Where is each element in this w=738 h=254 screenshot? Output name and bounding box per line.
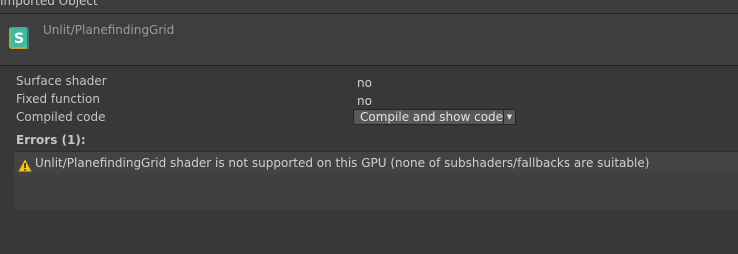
- header-title: Imported Object: [0, 0, 98, 8]
- errors-title: Errors (1):: [16, 133, 86, 147]
- error-message: Unlit/PlanefindingGrid shader is not sup…: [35, 156, 650, 170]
- surface-shader-value: no: [357, 76, 372, 90]
- asset-name: Unlit/PlanefindingGrid: [43, 23, 175, 37]
- inspector-header: Imported Object: [0, 0, 738, 13]
- fixed-function-label: Fixed function: [16, 92, 100, 106]
- surface-shader-label: Surface shader: [16, 74, 107, 88]
- fixed-function-row: Fixed function no: [0, 90, 738, 108]
- shader-icon: S: [9, 27, 29, 49]
- errors-list: Unlit/PlanefindingGrid shader is not sup…: [14, 151, 738, 210]
- svg-text:S: S: [14, 31, 24, 47]
- compiled-code-label: Compiled code: [16, 110, 106, 124]
- warning-icon: [18, 159, 32, 172]
- surface-shader-row: Surface shader no: [0, 72, 738, 90]
- error-item[interactable]: Unlit/PlanefindingGrid shader is not sup…: [14, 152, 738, 174]
- fixed-function-value: no: [357, 94, 372, 108]
- compile-and-show-code-button[interactable]: Compile and show code: [354, 110, 503, 124]
- compiled-code-row: Compiled code Compile and show code ▼: [0, 108, 738, 126]
- dropdown-arrow-icon[interactable]: ▼: [504, 110, 515, 124]
- asset-header-panel: S Unlit/PlanefindingGrid: [0, 13, 738, 66]
- compile-and-show-code-dropdown[interactable]: Compile and show code ▼: [353, 109, 516, 125]
